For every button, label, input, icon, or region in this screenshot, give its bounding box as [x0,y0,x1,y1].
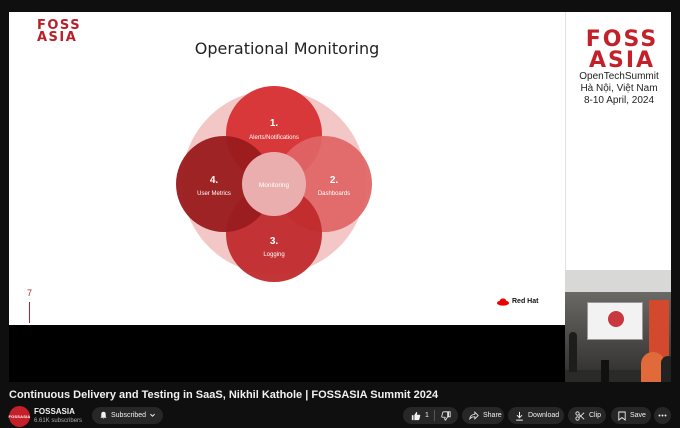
subscribe-button[interactable]: Subscribed [92,407,163,424]
event-banner [649,300,669,360]
more-dots-icon [658,414,667,417]
scissors-icon [575,410,585,421]
item-1-label: Alerts/Notifications [249,135,299,141]
bookmark-icon [618,411,626,421]
event-dates: 8-10 April, 2024 [583,95,655,106]
item-2-number: 2. [330,175,339,186]
red-hat-text: Red Hat [512,298,539,305]
event-location: Hà Nội, Việt Nam [580,83,658,94]
center-label: Monitoring [259,182,290,189]
share-label: Share [483,412,502,419]
save-button[interactable]: Save [611,407,651,424]
item-4-label: User Metrics [197,191,231,197]
subscribe-label: Subscribed [111,412,147,419]
bell-icon [100,411,107,420]
side-fossasia-logo: FOSS ASIA [585,27,659,73]
speaker-figure [569,332,577,372]
top-bar [0,0,680,12]
speaker-camera-feed [565,270,671,382]
share-arrow-icon [469,411,479,420]
more-button[interactable] [654,407,671,424]
item-2-label: Dashboards [318,191,350,197]
presentation-slide: FOSS ASIA Operational Monitoring 1. Aler… [9,12,565,325]
audience-member [661,356,671,382]
item-3-label: Logging [263,252,284,258]
thumbs-up-icon[interactable] [411,411,421,421]
share-button[interactable]: Share [462,407,504,424]
slide-divider [29,302,30,323]
download-icon [516,411,523,421]
save-label: Save [630,412,646,419]
item-3-number: 3. [270,236,279,247]
clip-label: Clip [589,412,602,419]
event-side-panel: FOSS ASIA OpenTechSummit Hà Nội, Việt Na… [565,12,671,270]
video-title: Continuous Delivery and Testing in SaaS,… [9,389,439,401]
event-name: OpenTechSummit [579,71,659,82]
monitoring-diagram: 1. Alerts/Notifications 2. Dashboards 3.… [176,86,372,282]
like-count[interactable]: 1 [425,412,429,419]
red-hat-logo: Red Hat [497,297,538,306]
slide-number: 7 [27,288,33,298]
chevron-down-icon [150,413,155,417]
camera-tripod [601,360,609,382]
thumbs-down-icon[interactable] [441,410,451,421]
clip-button[interactable]: Clip [568,407,606,424]
channel-avatar[interactable]: FOSSASIA [8,406,30,427]
item-4-number: 4. [210,175,219,186]
video-player[interactable]: FOSS ASIA Operational Monitoring 1. Aler… [9,12,671,382]
item-1-number: 1. [270,118,279,129]
like-dislike-group: 1 [403,407,458,424]
subscriber-count: 6.61K subscribers [34,418,83,424]
red-hat-icon [497,298,509,306]
download-button[interactable]: Download [508,407,564,424]
channel-name[interactable]: FOSSASIA [34,407,75,416]
event-info: OpenTechSummit Hà Nội, Việt Nam 8-10 Apr… [566,71,671,107]
slide-title: Operational Monitoring [194,39,380,58]
download-label: Download [528,412,560,419]
projector-screen [587,302,643,340]
